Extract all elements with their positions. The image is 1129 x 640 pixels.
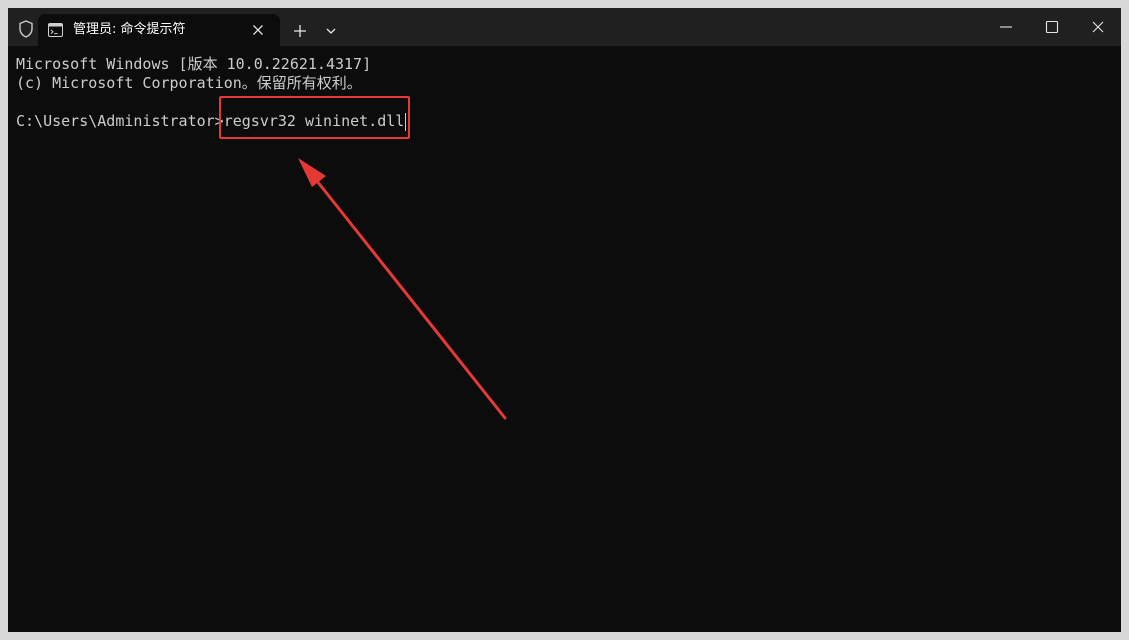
copyright-line: (c) Microsoft Corporation。保留所有权利。 bbox=[16, 74, 362, 92]
maximize-icon bbox=[1045, 20, 1059, 34]
annotation-arrow bbox=[298, 158, 507, 420]
cmd-icon bbox=[48, 23, 63, 37]
title-bar: 管理员: 命令提示符 bbox=[8, 8, 1121, 46]
tab-title: 管理员: 命令提示符 bbox=[73, 22, 186, 37]
version-line: Microsoft Windows [版本 10.0.22621.4317] bbox=[16, 55, 372, 73]
close-icon bbox=[1092, 21, 1104, 33]
shield-icon bbox=[18, 20, 34, 38]
maximize-button[interactable] bbox=[1029, 8, 1075, 46]
minimize-icon bbox=[1000, 26, 1012, 28]
console-output[interactable]: Microsoft Windows [版本 10.0.22621.4317] (… bbox=[8, 46, 1121, 632]
tab-command-prompt[interactable]: 管理员: 命令提示符 bbox=[38, 14, 280, 46]
plus-icon[interactable] bbox=[287, 18, 313, 44]
minimize-button[interactable] bbox=[983, 8, 1029, 46]
chevron-down-icon[interactable] bbox=[318, 18, 344, 44]
close-icon[interactable] bbox=[249, 21, 267, 39]
close-window-button[interactable] bbox=[1075, 8, 1121, 46]
terminal-window: 管理员: 命令提示符 Microsoft Windows [版本 10.0.22… bbox=[8, 8, 1121, 632]
prompt: C:\Users\Administrator> bbox=[16, 112, 224, 130]
highlight-box bbox=[219, 96, 410, 139]
